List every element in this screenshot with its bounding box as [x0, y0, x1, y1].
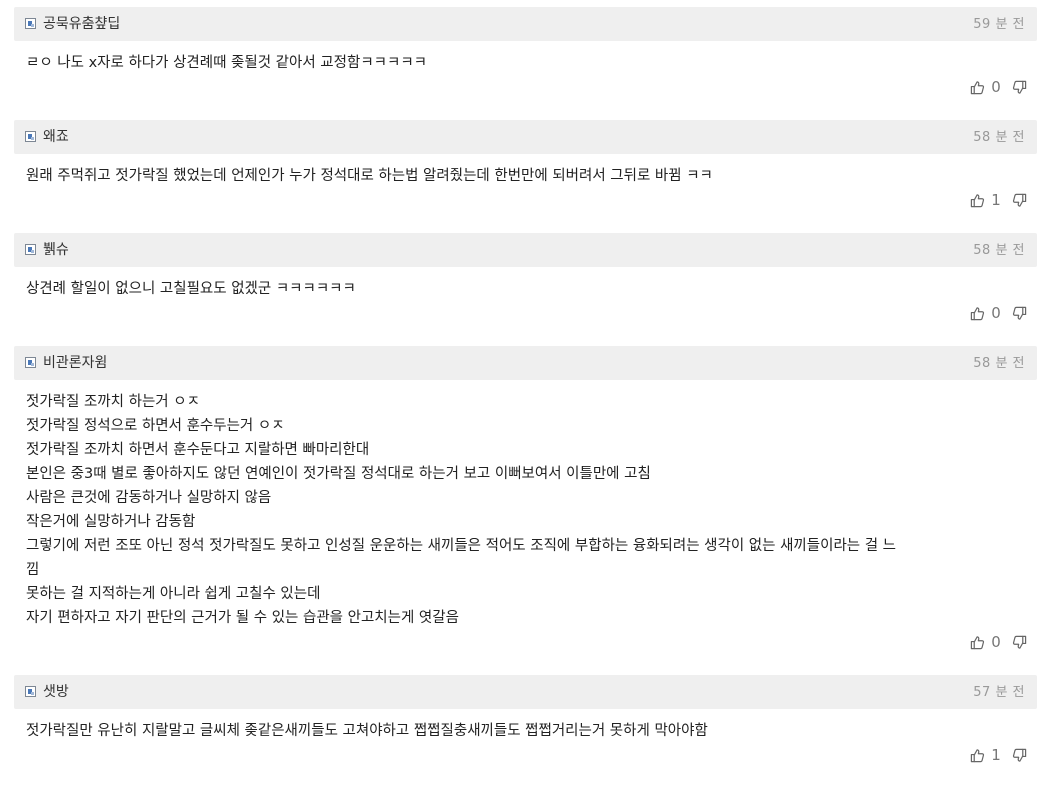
- comment-text-line: 원래 주먹쥐고 젓가락질 했었는데 언제인가 누가 정석대로 하는법 알려줬는데…: [26, 168, 713, 184]
- comment-body: 젓가락질만 유난히 지랄말고 글씨체 좆같은새끼들도 고쳐야하고 쩝쩝질충새끼들…: [14, 709, 1037, 743]
- thumbs-up-icon[interactable]: [969, 747, 985, 763]
- thumbs-up-icon[interactable]: [969, 634, 985, 650]
- comment-body: 젓가락질 조까치 하는거 ㅇㅈ 젓가락질 정석으로 하면서 훈수두는거 ㅇㅈ 젓…: [14, 380, 1037, 630]
- comment-text-line: 그렇기에 저런 조또 아닌 정석 젓가락질도 못하고 인성질 운운하는 새끼들은…: [26, 538, 897, 554]
- comment-header: 비관론자윔 58 분 전: [14, 346, 1037, 380]
- comment-list: 공묵유춤챺딥 59 분 전 ㄹㅇ 나도 x자로 하다가 상견례때 좆될것 같아서…: [14, 7, 1037, 788]
- user-profile-icon: [25, 131, 36, 142]
- comment-item: 비관론자윔 58 분 전 젓가락질 조까치 하는거 ㅇㅈ 젓가락질 정석으로 하…: [14, 346, 1037, 658]
- comment-body: ㄹㅇ 나도 x자로 하다가 상견례때 좆될것 같아서 교정함ㅋㅋㅋㅋㅋ: [14, 41, 1037, 75]
- comment-text-line: 젓가락질 정석으로 하면서 훈수두는거 ㅇㅈ: [26, 418, 285, 434]
- comment-text-line: 작은거에 실망하거나 감동함: [26, 514, 196, 530]
- comment-item: 왜죠 58 분 전 원래 주먹쥐고 젓가락질 했었는데 언제인가 누가 정석대로…: [14, 120, 1037, 216]
- thumbs-down-icon[interactable]: [1011, 305, 1027, 321]
- comment-item: 공묵유춤챺딥 59 분 전 ㄹㅇ 나도 x자로 하다가 상견례때 좆될것 같아서…: [14, 7, 1037, 103]
- vote-row: 0: [14, 301, 1037, 329]
- vote-row: 1: [14, 188, 1037, 216]
- thumbs-down-icon[interactable]: [1011, 634, 1027, 650]
- comment-text-line: 젓가락질만 유난히 지랄말고 글씨체 좆같은새끼들도 고쳐야하고 쩝쩝질충새끼들…: [26, 723, 708, 739]
- comment-header: 공묵유춤챺딥 59 분 전: [14, 7, 1037, 41]
- comment-text-line: 본인은 중3때 별로 좋아하지도 않던 연예인이 젓가락질 정석대로 하는거 보…: [26, 466, 651, 482]
- author-name[interactable]: 샛방: [43, 684, 69, 700]
- thumbs-down-icon[interactable]: [1011, 192, 1027, 208]
- comment-text-line: ㄹㅇ 나도 x자로 하다가 상견례때 좆될것 같아서 교정함ㅋㅋㅋㅋㅋ: [26, 55, 428, 71]
- comment-time: 57 분 전: [973, 685, 1025, 700]
- author-name[interactable]: 공묵유춤챺딥: [43, 16, 120, 32]
- comment-header: 뷁슈 58 분 전: [14, 233, 1037, 267]
- vote-row: 1: [14, 743, 1037, 771]
- user-profile-icon: [25, 686, 36, 697]
- comment-text-line: 젓가락질 조까치 하면서 훈수둔다고 지랄하면 빠마리한대: [26, 442, 370, 458]
- author-name[interactable]: 왜죠: [43, 129, 69, 145]
- upvote-count: 0: [991, 633, 1001, 651]
- comment-body: 상견례 할일이 없으니 고칠필요도 없겠군 ㅋㅋㅋㅋㅋㅋ: [14, 267, 1037, 301]
- user-profile-icon: [25, 18, 36, 29]
- upvote-count: 1: [991, 191, 1001, 209]
- upvote-count: 0: [991, 304, 1001, 322]
- upvote-count: 1: [991, 746, 1001, 764]
- comment-item: 뷁슈 58 분 전 상견례 할일이 없으니 고칠필요도 없겠군 ㅋㅋㅋㅋㅋㅋ 0: [14, 233, 1037, 329]
- vote-controls: 1: [969, 747, 1027, 763]
- comment-time: 58 분 전: [973, 243, 1025, 258]
- thumbs-up-icon[interactable]: [969, 192, 985, 208]
- comment-text-line: 못하는 걸 지적하는게 아니라 쉽게 고칠수 있는데: [26, 586, 321, 602]
- thumbs-up-icon[interactable]: [969, 305, 985, 321]
- vote-row: 0: [14, 75, 1037, 103]
- vote-controls: 1: [969, 192, 1027, 208]
- comment-text-line: 상견례 할일이 없으니 고칠필요도 없겠군 ㅋㅋㅋㅋㅋㅋ: [26, 281, 356, 297]
- comment-time: 58 분 전: [973, 130, 1025, 145]
- comment-item: 샛방 57 분 전 젓가락질만 유난히 지랄말고 글씨체 좆같은새끼들도 고쳐야…: [14, 675, 1037, 771]
- comment-text-line: 사람은 큰것에 감동하거나 실망하지 않음: [26, 490, 272, 506]
- author-name[interactable]: 비관론자윔: [43, 355, 107, 371]
- comment-header: 왜죠 58 분 전: [14, 120, 1037, 154]
- comment-body: 원래 주먹쥐고 젓가락질 했었는데 언제인가 누가 정석대로 하는법 알려줬는데…: [14, 154, 1037, 188]
- comment-time: 58 분 전: [973, 356, 1025, 371]
- comment-text-line: 자기 편하자고 자기 판단의 근거가 될 수 있는 습관을 안고치는게 엿갈음: [26, 610, 459, 626]
- vote-controls: 0: [969, 305, 1027, 321]
- vote-controls: 0: [969, 79, 1027, 95]
- user-profile-icon: [25, 357, 36, 368]
- comment-header: 샛방 57 분 전: [14, 675, 1037, 709]
- author-name[interactable]: 뷁슈: [43, 242, 69, 258]
- thumbs-down-icon[interactable]: [1011, 747, 1027, 763]
- vote-row: 0: [14, 630, 1037, 658]
- thumbs-up-icon[interactable]: [969, 79, 985, 95]
- comment-text-line: 젓가락질 조까치 하는거 ㅇㅈ: [26, 394, 200, 410]
- comment-time: 59 분 전: [973, 17, 1025, 32]
- vote-controls: 0: [969, 634, 1027, 650]
- user-profile-icon: [25, 244, 36, 255]
- thumbs-down-icon[interactable]: [1011, 79, 1027, 95]
- upvote-count: 0: [991, 78, 1001, 96]
- comment-text-line: 낌: [26, 562, 40, 578]
